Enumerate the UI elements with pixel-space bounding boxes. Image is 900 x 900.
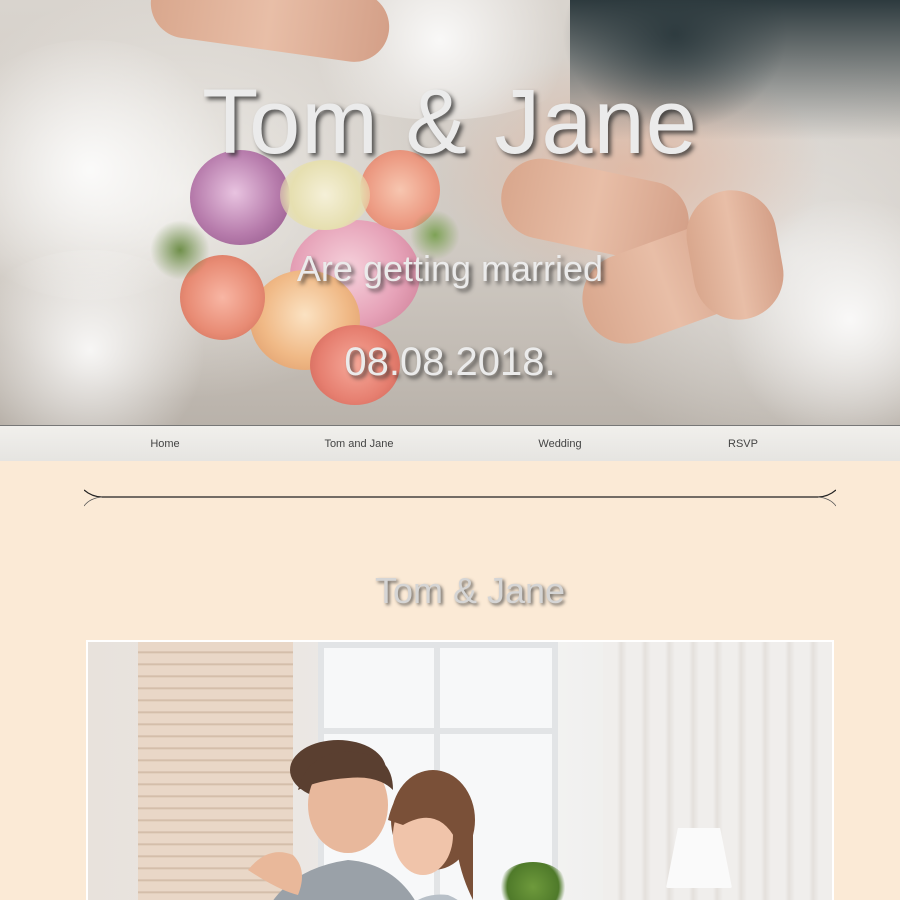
nav-item-wedding[interactable]: Wedding (510, 426, 610, 462)
nav-item-tom-and-jane[interactable]: Tom and Jane (299, 426, 419, 462)
arm-image (146, 0, 394, 67)
main-nav: Home Tom and Jane Wedding RSVP (0, 425, 900, 461)
ornamental-divider (84, 489, 836, 507)
hero-subtitle: Are getting married (296, 248, 604, 289)
hero-banner: Tom & Jane Are getting married 08.08.201… (0, 0, 900, 425)
couple-photo (86, 640, 834, 900)
nav-item-home[interactable]: Home (115, 426, 215, 462)
hero-wedding-date: 08.08.2018. (344, 340, 556, 384)
couple-figure (248, 740, 475, 900)
section-title: Tom & Jane (374, 570, 566, 611)
nav-item-rsvp[interactable]: RSVP (693, 426, 793, 462)
hero-couple-names: Tom & Jane (202, 71, 698, 173)
